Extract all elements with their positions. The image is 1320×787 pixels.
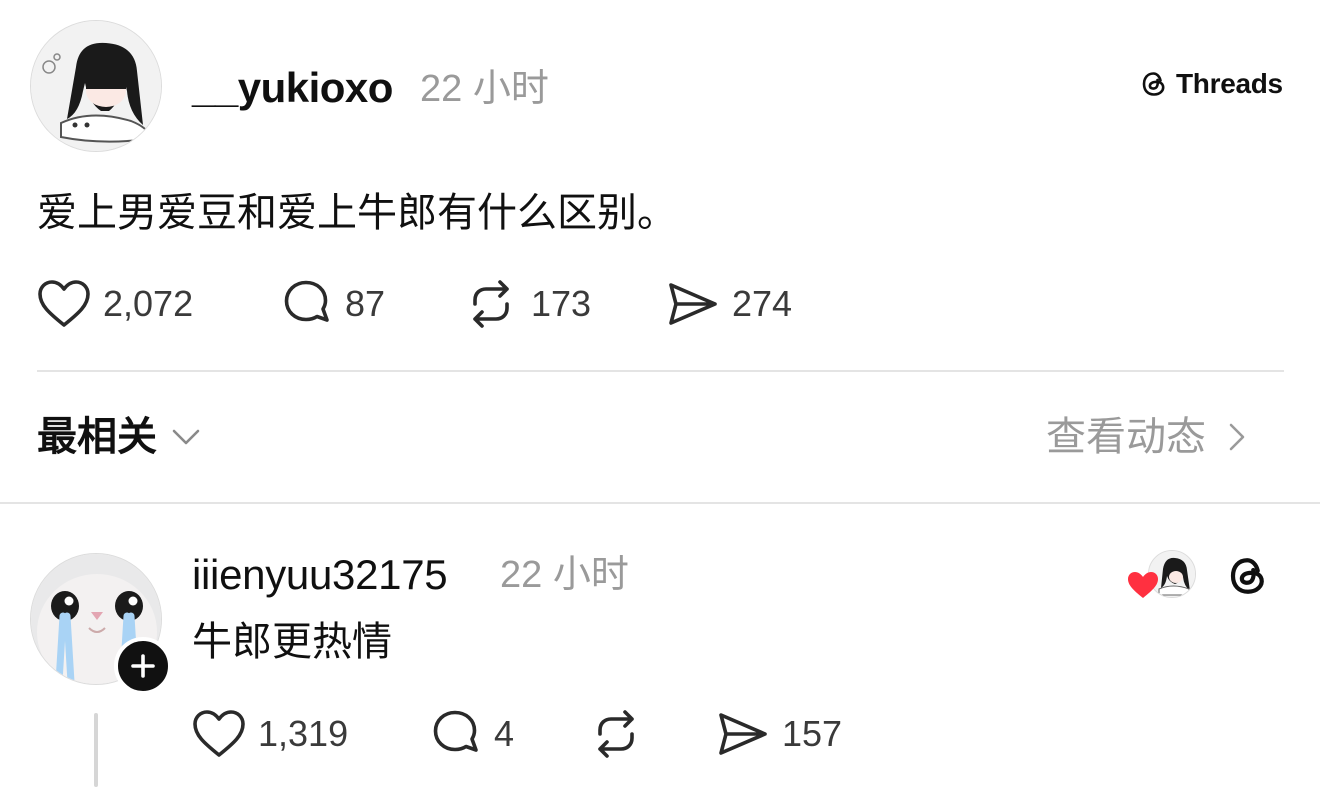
view-activity-label: 查看动态 (1046, 415, 1206, 459)
reply-reply-count: 4 (494, 713, 515, 754)
reply-repost-button[interactable] (590, 708, 656, 760)
threads-logo-icon[interactable] (1224, 552, 1272, 600)
reply-like-count: 1,319 (258, 713, 349, 754)
threads-brand-label: Threads (1176, 68, 1283, 99)
chevron-right-icon (1229, 423, 1245, 451)
reply-share-button[interactable]: 157 (716, 708, 842, 760)
post-timestamp: 22 小时 (420, 68, 549, 110)
chevron-down-icon (172, 429, 200, 445)
send-plane-icon (719, 713, 767, 755)
post-share-count: 274 (732, 283, 793, 324)
reply-share-count: 157 (782, 713, 843, 754)
post-content: 爱上男爱豆和爱上牛郎有什么区别。 (37, 191, 677, 235)
plus-icon (131, 654, 155, 678)
reply-reply-button[interactable]: 4 (428, 708, 514, 760)
red-heart-icon (1128, 572, 1158, 598)
post-username[interactable]: __yukioxo (192, 64, 393, 112)
post-repost-button[interactable]: 173 (465, 278, 591, 330)
comment-bubble-icon (284, 280, 329, 322)
repost-arrows-icon (598, 710, 634, 758)
post-like-button[interactable]: 2,072 (37, 278, 193, 330)
send-plane-icon (669, 283, 717, 325)
reply-content: 牛郎更热情 (192, 620, 392, 664)
sort-dropdown[interactable]: 最相关 (37, 412, 201, 462)
reply-thread-line (94, 713, 98, 787)
reply-timestamp: 22 小时 (500, 554, 629, 596)
post-divider (37, 370, 1284, 372)
heart-icon (38, 280, 90, 327)
anime-avatar-image (31, 21, 161, 151)
follow-button[interactable] (114, 637, 172, 695)
post-reply-button[interactable]: 87 (279, 278, 385, 330)
liked-by-author-indicator (1126, 548, 1198, 604)
comment-bubble-icon (433, 710, 478, 752)
post-author-avatar[interactable] (30, 20, 162, 152)
reply-like-button[interactable]: 1,319 (192, 708, 348, 760)
post-share-button[interactable]: 274 (666, 278, 792, 330)
post-like-count: 2,072 (103, 283, 194, 324)
threads-logo-icon (1142, 72, 1165, 96)
repost-arrows-icon (473, 280, 509, 328)
heart-icon (193, 710, 245, 757)
threads-brand[interactable]: Threads (1138, 68, 1283, 100)
view-activity-link[interactable]: 查看动态 (1046, 412, 1246, 462)
sort-label: 最相关 (37, 415, 157, 459)
reply-username[interactable]: iiienyuu32175 (192, 550, 448, 600)
post-reply-count: 87 (345, 283, 386, 324)
post-repost-count: 173 (531, 283, 592, 324)
sort-divider (0, 502, 1320, 504)
